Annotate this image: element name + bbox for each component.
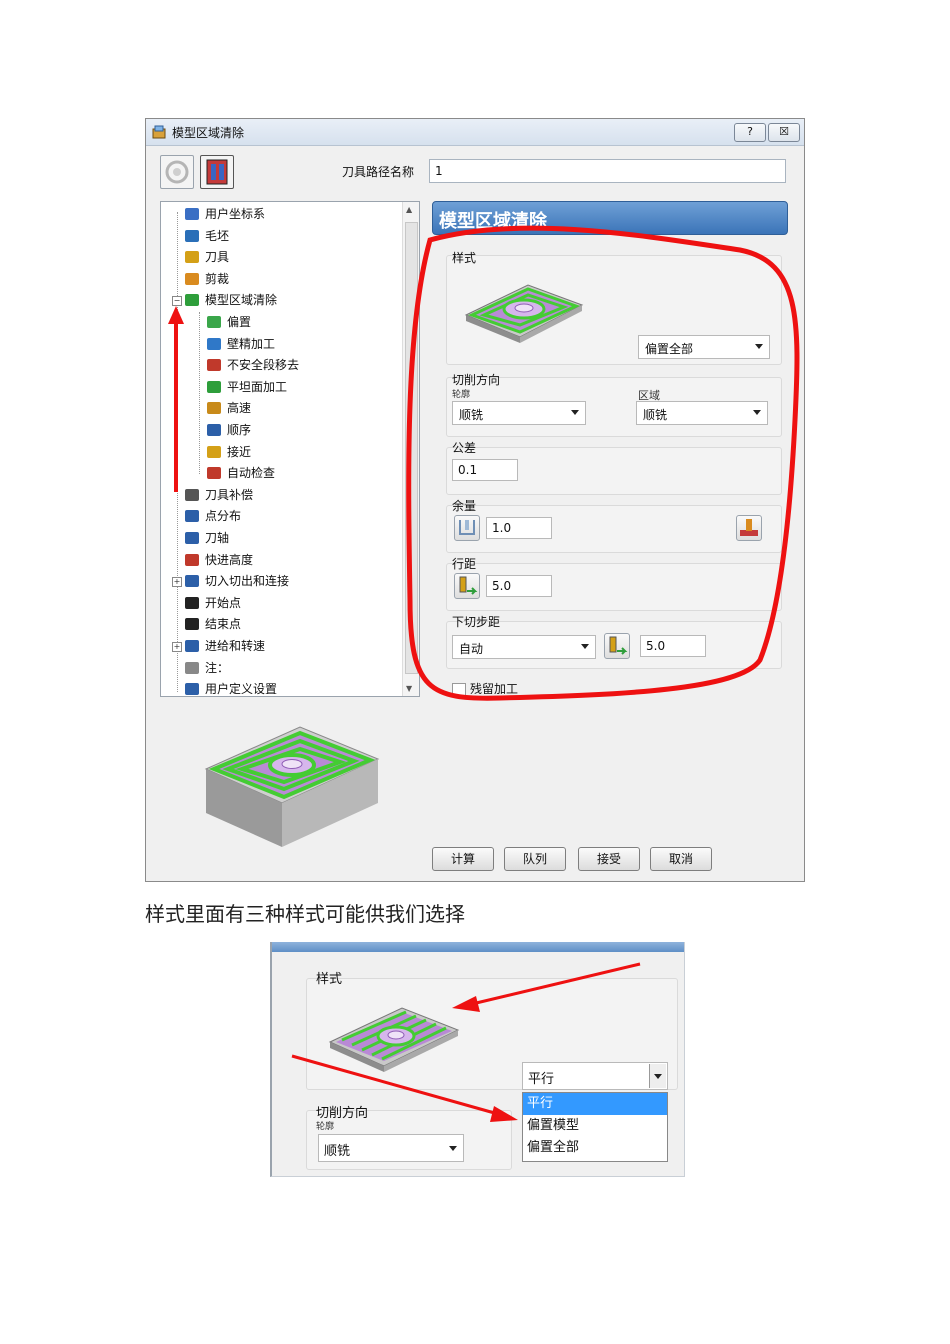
caption-text: 样式里面有三种样式可能供我们选择 xyxy=(145,902,465,926)
annotation-ellipse xyxy=(406,225,800,701)
annotation-arrow-head xyxy=(168,306,184,324)
style-dropdown-zoom: 样式 平行 平行 偏置模型 偏置全部 切削方向 轮廓 顺铣 xyxy=(270,942,685,1177)
arrow-to-options xyxy=(291,1054,499,1116)
arrow-to-options-head xyxy=(490,1106,518,1122)
arrow-to-preview xyxy=(471,962,641,1006)
red-annotation-overlay xyxy=(168,225,800,701)
arrow-to-preview-head xyxy=(452,996,480,1012)
zoom-red-arrows xyxy=(291,962,641,1122)
